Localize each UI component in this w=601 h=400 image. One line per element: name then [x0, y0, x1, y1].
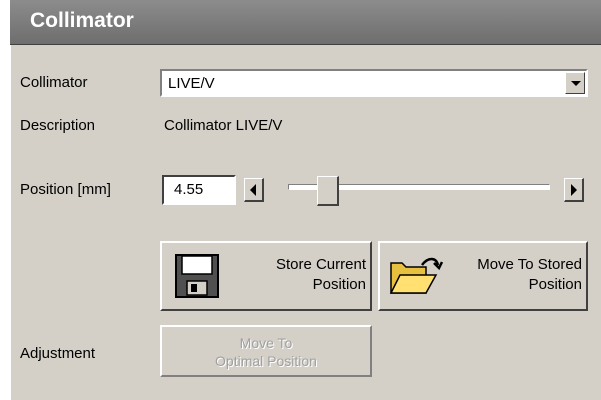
store-current-position-button[interactable]: Store Current Position: [160, 241, 372, 311]
move-to-stored-position-label: Move To Stored Position: [477, 255, 582, 295]
collimator-dropdown-button[interactable]: [565, 72, 585, 94]
position-decrement-button[interactable]: [244, 178, 264, 202]
store-label-line2: Position: [312, 276, 366, 293]
move-optimal-label-line1: Move To: [239, 335, 293, 351]
position-input-value: 4.55: [174, 181, 204, 198]
collimator-label: Collimator: [20, 74, 88, 91]
floppy-disk-icon: [174, 253, 220, 303]
title-bar: Collimator: [10, 0, 601, 45]
move-to-stored-position-button[interactable]: Move To Stored Position: [378, 241, 588, 311]
position-input[interactable]: 4.55: [162, 175, 236, 205]
open-folder-icon: [388, 255, 444, 301]
left-edge: [0, 0, 10, 400]
store-label-line1: Store Current: [275, 256, 366, 273]
move-to-optimal-position-label: Move To Optimal Position: [162, 334, 370, 370]
move-stored-label-line1: Move To Stored: [477, 256, 582, 273]
description-value: Collimator LIVE/V: [164, 117, 283, 134]
move-optimal-label-line2: Optimal Position: [215, 353, 317, 369]
panel-title: Collimator: [30, 9, 134, 32]
arrow-left-icon: [250, 184, 256, 196]
collimator-panel: Collimator Collimator LIVE/V Description…: [0, 0, 601, 400]
arrow-right-icon: [571, 184, 577, 196]
collimator-select[interactable]: LIVE/V: [160, 69, 588, 97]
collimator-select-value: LIVE/V: [168, 75, 215, 92]
position-label: Position [mm]: [20, 181, 111, 198]
description-label: Description: [20, 117, 96, 134]
position-increment-button[interactable]: [564, 178, 584, 202]
chevron-down-icon: [571, 81, 581, 86]
move-stored-label-line2: Position: [528, 276, 582, 293]
position-slider-thumb[interactable]: [316, 176, 339, 206]
adjustment-label: Adjustment: [20, 345, 96, 362]
store-current-position-label: Store Current Position: [276, 255, 366, 295]
move-to-optimal-position-button[interactable]: Move To Optimal Position: [160, 325, 372, 377]
